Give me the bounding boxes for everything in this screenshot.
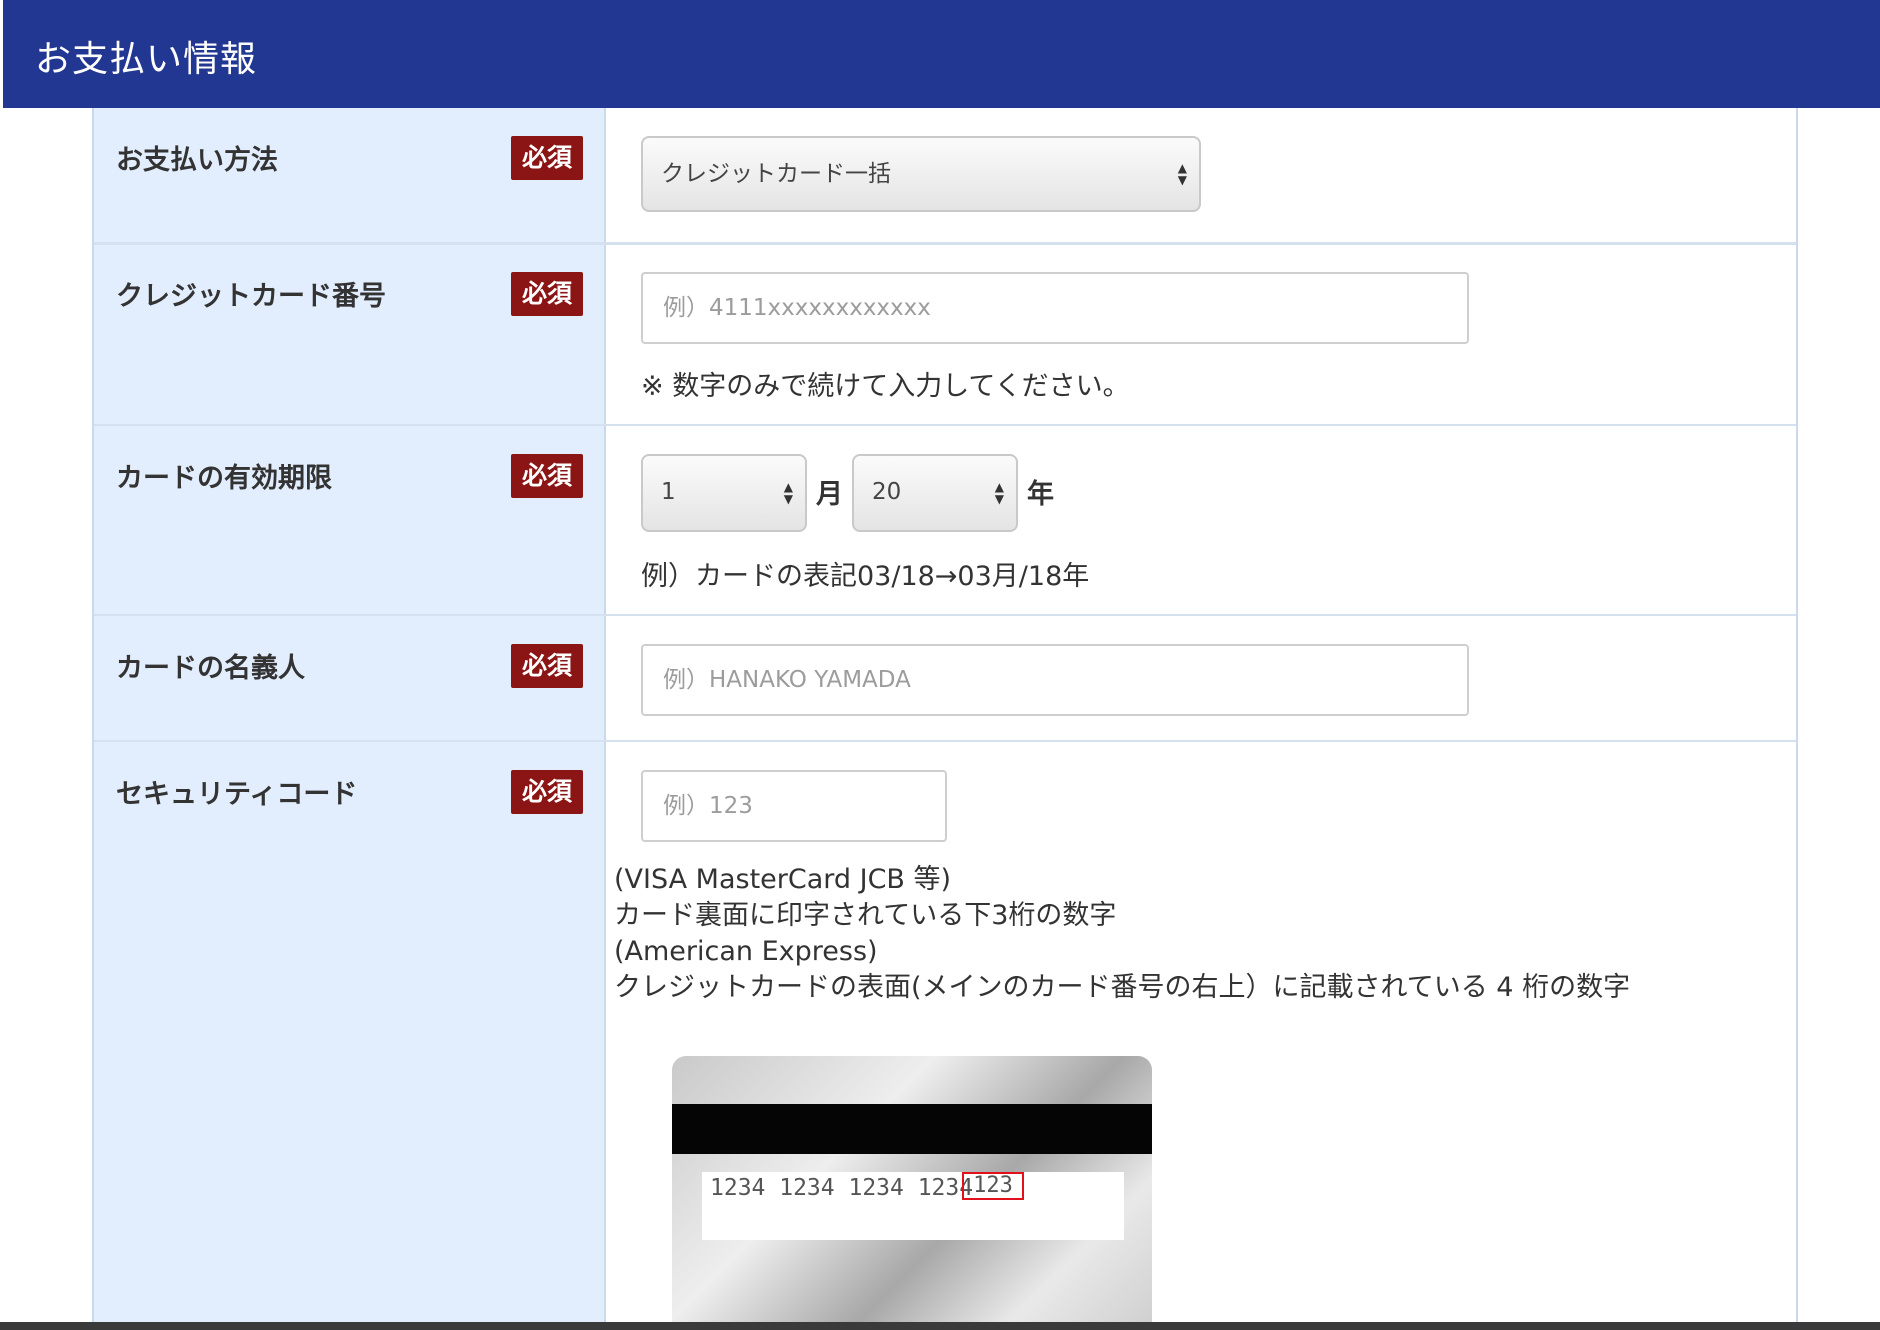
required-badge: 必須 (511, 136, 583, 180)
help-line: クレジットカードの表面(メインのカード番号の右上）に記載されている 4 桁の数字 (614, 972, 1631, 1003)
select-arrows-icon: ▲ ▼ (994, 480, 1004, 506)
security-code-help: (VISA MasterCard JCB 等) カード裏面に印字されている下3桁… (614, 862, 1630, 1006)
card-holder-input[interactable]: 例）HANAKO YAMADA (641, 644, 1469, 716)
month-unit: 月 (816, 479, 843, 510)
expiry-year-select[interactable]: 20 ▲ ▼ (852, 454, 1018, 532)
card-number-label: クレジットカード番号 (116, 281, 386, 312)
select-arrows-icon: ▲ ▼ (783, 480, 793, 506)
required-badge: 必須 (511, 454, 583, 498)
payment-method-select[interactable]: クレジットカード一括 ▲ ▼ (641, 136, 1201, 212)
year-unit: 年 (1027, 479, 1054, 510)
section-header: お支払い情報 (3, 0, 1880, 108)
row-divider (94, 614, 1796, 616)
magnetic-stripe (672, 1104, 1152, 1154)
row-divider (94, 242, 1796, 245)
security-code-input[interactable]: 例）123 (641, 770, 947, 842)
card-image-cvv: 123 (962, 1172, 1024, 1200)
security-code-label: セキュリティコード (116, 779, 358, 810)
required-badge: 必須 (511, 644, 583, 688)
card-number-input[interactable]: 例）4111xxxxxxxxxxxx (641, 272, 1469, 344)
card-image-number: 1234 1234 1234 1234 (710, 1175, 974, 1201)
security-code-placeholder: 例）123 (663, 793, 753, 819)
row-divider (94, 424, 1796, 426)
horizontal-scrollbar[interactable] (0, 1322, 1880, 1330)
select-arrows-icon: ▲ ▼ (1177, 161, 1187, 187)
expiry-note: 例）カードの表記03/18→03月/18年 (641, 561, 1090, 592)
card-number-note: ※ 数字のみで続けて入力してください。 (641, 371, 1130, 402)
payment-method-label: お支払い方法 (116, 145, 278, 176)
card-back-image: 1234 1234 1234 1234 123 (672, 1056, 1152, 1330)
payment-method-value: クレジットカード一括 (661, 161, 891, 187)
signature-panel: 1234 1234 1234 1234 123 (702, 1172, 1124, 1240)
expiry-year-value: 20 (872, 479, 902, 505)
help-line: (American Express) (614, 936, 878, 967)
expiry-month-select[interactable]: 1 ▲ ▼ (641, 454, 807, 532)
card-holder-label: カードの名義人 (116, 653, 305, 684)
help-line: (VISA MasterCard JCB 等) (614, 864, 952, 895)
required-badge: 必須 (511, 272, 583, 316)
card-holder-placeholder: 例）HANAKO YAMADA (663, 667, 911, 693)
card-number-placeholder: 例）4111xxxxxxxxxxxx (663, 295, 931, 321)
section-title: お支払い情報 (35, 39, 258, 80)
help-line: カード裏面に印字されている下3桁の数字 (614, 900, 1117, 931)
expiry-label: カードの有効期限 (116, 463, 332, 494)
required-badge: 必須 (511, 770, 583, 814)
expiry-month-value: 1 (661, 479, 676, 505)
row-divider (94, 740, 1796, 742)
